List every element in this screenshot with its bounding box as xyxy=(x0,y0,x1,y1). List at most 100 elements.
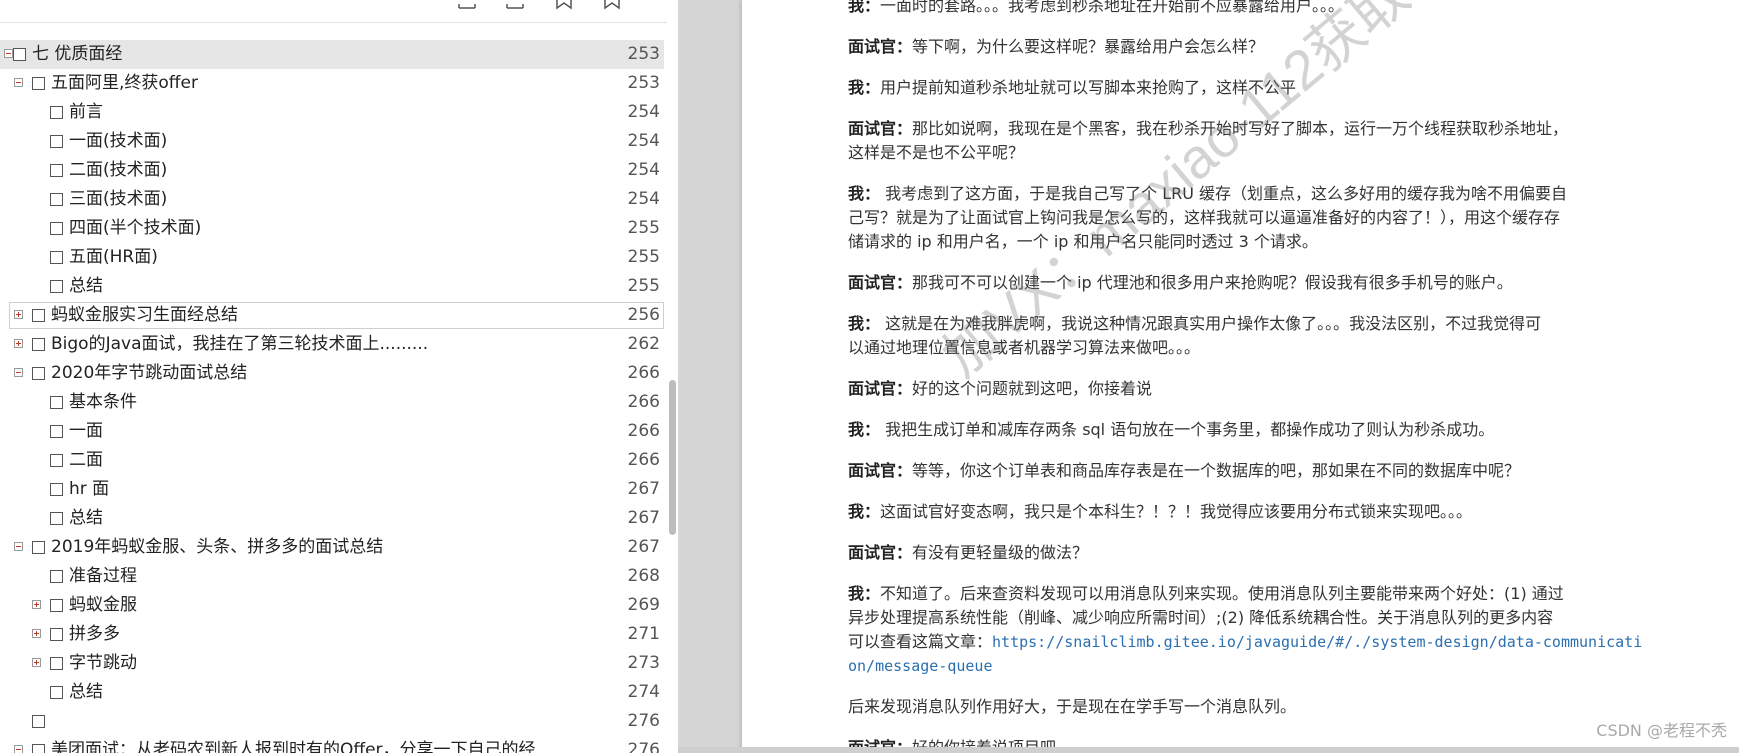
checkbox-icon[interactable] xyxy=(50,425,63,438)
bookmark-icon[interactable] xyxy=(553,0,575,10)
checkbox-icon[interactable] xyxy=(13,48,26,61)
outline-item[interactable]: 2020年字节跳动面试总结 266 xyxy=(0,359,664,388)
article-link[interactable]: https://snailclimb.gitee.io/javaguide/#/… xyxy=(992,633,1642,651)
checkbox-icon[interactable] xyxy=(50,686,63,699)
dialogue-paragraph: 后来发现消息队列作用好大，于是现在在学手写一个消息队列。 xyxy=(848,695,1628,719)
outline-item[interactable]: 五面(HR面) 255 xyxy=(0,243,664,272)
outline-item[interactable]: 美团面试：从老码农到新人报到时有的Offer，分享一下自己的经 276 xyxy=(0,736,664,753)
checkbox-icon[interactable] xyxy=(32,715,45,728)
dialogue-paragraph: 面试官：有没有更轻量级的做法？ xyxy=(848,541,1628,565)
text-line: on/message-queue xyxy=(848,654,1628,678)
document-page: 我：一面时的套路。。。我考虑到秒杀地址在开始前不应暴露给用户。。。 面试官：等下啊… xyxy=(742,0,1739,753)
checkbox-icon[interactable] xyxy=(32,367,45,380)
expand-all-icon[interactable] xyxy=(456,0,478,10)
outline-item[interactable]: 蚂蚁金服实习生面经总结 256 xyxy=(0,301,664,330)
checkbox-icon[interactable] xyxy=(50,599,63,612)
outline-scrollbar[interactable] xyxy=(667,0,678,753)
collapse-icon[interactable] xyxy=(14,542,23,551)
checkbox-icon[interactable] xyxy=(50,396,63,409)
text-line: 异步处理提高系统性能（削峰、减少响应所需时间）;(2) 降低系统耦合性。关于消息… xyxy=(848,606,1628,630)
checkbox-icon[interactable] xyxy=(50,512,63,525)
checkbox-icon[interactable] xyxy=(50,280,63,293)
collapse-icon[interactable] xyxy=(14,78,23,87)
outline-item-page: 271 xyxy=(627,624,660,644)
checkbox-icon[interactable] xyxy=(50,570,63,583)
outline-item-label: 二面(技术面) xyxy=(69,160,168,180)
checkbox-icon[interactable] xyxy=(32,309,45,322)
checkbox-icon[interactable] xyxy=(50,193,63,206)
checkbox-icon[interactable] xyxy=(50,135,63,148)
speaker-label: 面试官： xyxy=(848,379,913,398)
text-line: 我：一面时的套路。。。我考虑到秒杀地址在开始前不应暴露给用户。。。 xyxy=(848,0,1628,18)
outline-item[interactable]: 总结 255 xyxy=(0,272,664,301)
checkbox-icon[interactable] xyxy=(50,454,63,467)
outline-item[interactable]: 总结 267 xyxy=(0,504,664,533)
outline-item[interactable]: 一面 266 xyxy=(0,417,664,446)
checkbox-icon[interactable] xyxy=(50,222,63,235)
outline-item[interactable]: 276 xyxy=(0,707,664,736)
outline-item[interactable]: 七 优质面经 253 xyxy=(0,40,664,69)
checkbox-icon[interactable] xyxy=(50,106,63,119)
checkbox-icon[interactable] xyxy=(50,164,63,177)
outline-item-page: 255 xyxy=(627,218,660,238)
dialogue-paragraph: 我：这面试官好变态啊，我只是个本科生？！？！我觉得应该要用分布式锁来实现吧。。。 xyxy=(848,500,1628,524)
expand-icon[interactable] xyxy=(32,629,41,638)
collapse-icon[interactable] xyxy=(14,745,23,753)
checkbox-icon[interactable] xyxy=(32,744,45,753)
article-link[interactable]: on/message-queue xyxy=(848,657,993,675)
outline-item[interactable]: 四面(半个技术面) 255 xyxy=(0,214,664,243)
text-line: 面试官：等等，你这个订单表和商品库存表是在一个数据库的吧，那如果在不同的数据库中… xyxy=(848,459,1628,483)
outline-item[interactable]: 一面(技术面) 254 xyxy=(0,127,664,156)
outline-item-label: 字节跳动 xyxy=(69,653,137,673)
checkbox-icon[interactable] xyxy=(32,541,45,554)
outline-item-page: 267 xyxy=(627,508,660,528)
document-horizontal-scrollbar[interactable] xyxy=(678,747,1739,753)
outline-item-label: hr 面 xyxy=(69,479,110,499)
dialogue-text: 好的这个问题就到这吧，你接着说 xyxy=(912,379,1153,398)
expand-icon[interactable] xyxy=(14,339,23,348)
outline-scrollbar-thumb[interactable] xyxy=(669,380,676,535)
checkbox-icon[interactable] xyxy=(50,628,63,641)
outline-item-label: 总结 xyxy=(69,508,103,528)
checkbox-icon[interactable] xyxy=(32,338,45,351)
speaker-label: 面试官： xyxy=(848,119,913,138)
speaker-label: 面试官： xyxy=(848,461,913,480)
outline-item[interactable]: 前言 254 xyxy=(0,98,664,127)
outline-item-label: 五面(HR面) xyxy=(69,247,158,267)
outline-item[interactable]: 五面阿里,终获offer 253 xyxy=(0,69,664,98)
dialogue-text: 这样是不是也不公平呢？ xyxy=(848,143,1025,162)
speaker-label: 我： xyxy=(848,502,881,521)
dialogue-text: 等等，你这个订单表和商品库存表是在一个数据库的吧，那如果在不同的数据库中呢？ xyxy=(912,461,1521,480)
collapse-icon[interactable] xyxy=(14,368,23,377)
bookmark-add-icon[interactable] xyxy=(601,0,623,10)
outline-item-page: 274 xyxy=(627,682,660,702)
outline-item-page: 276 xyxy=(627,740,660,753)
outline-item[interactable]: 二面(技术面) 254 xyxy=(0,156,664,185)
outline-item[interactable]: 三面(技术面) 254 xyxy=(0,185,664,214)
outline-item[interactable]: 二面 266 xyxy=(0,446,664,475)
outline-item[interactable]: 准备过程 268 xyxy=(0,562,664,591)
collapse-icon[interactable] xyxy=(4,49,13,58)
outline-item-label: 四面(半个技术面) xyxy=(69,218,202,238)
outline-item-page: 254 xyxy=(627,160,660,180)
outline-item[interactable]: 拼多多 271 xyxy=(0,620,664,649)
outline-item[interactable]: 2019年蚂蚁金服、头条、拼多多的面试总结 267 xyxy=(0,533,664,562)
checkbox-icon[interactable] xyxy=(32,77,45,90)
outline-item[interactable]: Bigo的Java面试，我挂在了第三轮技术面上......... 262 xyxy=(0,330,664,359)
outline-item[interactable]: 字节跳动 273 xyxy=(0,649,664,678)
outline-item[interactable]: hr 面 267 xyxy=(0,475,664,504)
checkbox-icon[interactable] xyxy=(50,251,63,264)
outline-item-label: Bigo的Java面试，我挂在了第三轮技术面上......... xyxy=(51,334,429,354)
collapse-all-icon[interactable] xyxy=(504,0,526,10)
outline-item[interactable]: 基本条件 266 xyxy=(0,388,664,417)
expand-icon[interactable] xyxy=(32,600,41,609)
text-line: 后来发现消息队列作用好大，于是现在在学手写一个消息队列。 xyxy=(848,695,1628,719)
expand-icon[interactable] xyxy=(32,658,41,667)
checkbox-icon[interactable] xyxy=(50,483,63,496)
outline-item[interactable]: 蚂蚁金服 269 xyxy=(0,591,664,620)
outline-item[interactable]: 总结 274 xyxy=(0,678,664,707)
checkbox-icon[interactable] xyxy=(50,657,63,670)
expand-icon[interactable] xyxy=(14,310,23,319)
outline-item-label: 五面阿里,终获offer xyxy=(51,73,198,93)
speaker-label: 我： xyxy=(848,0,881,15)
